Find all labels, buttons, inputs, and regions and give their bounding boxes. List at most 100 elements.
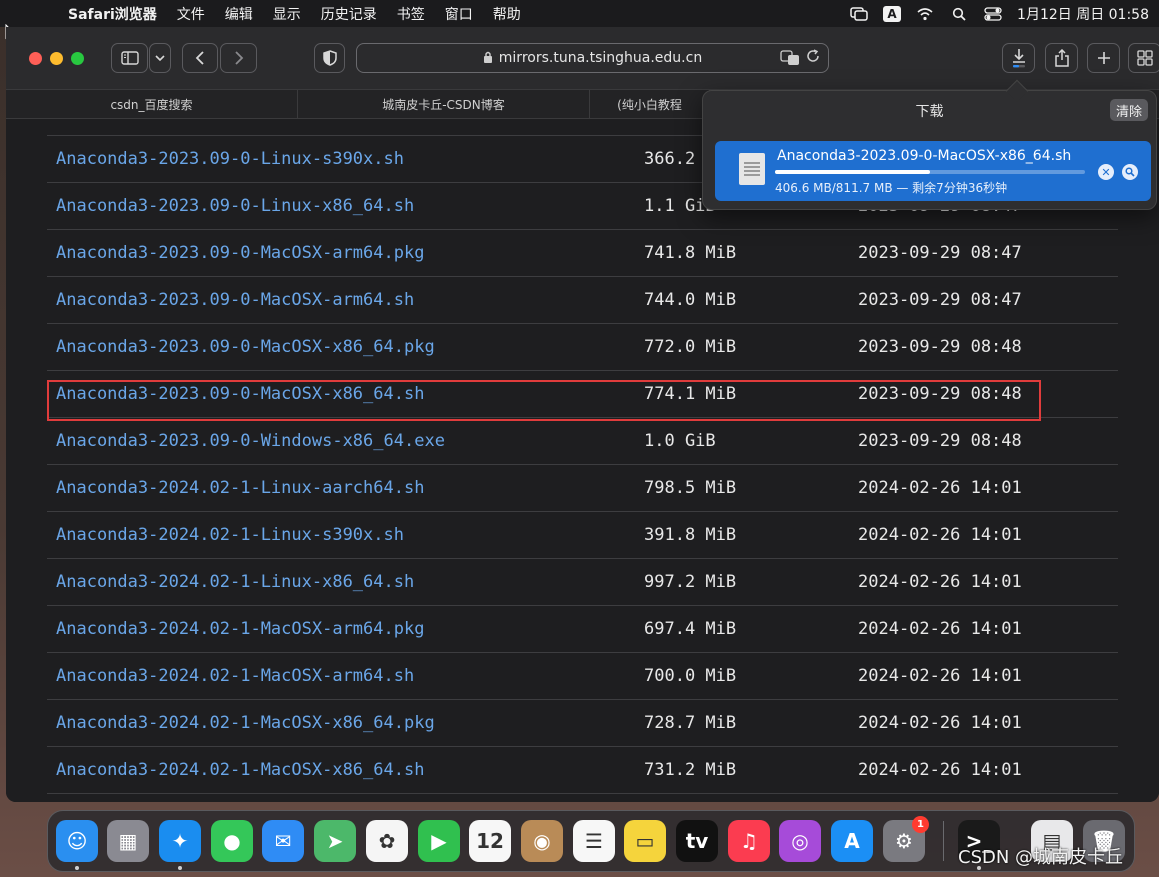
file-size: 997.2 MiB — [644, 572, 737, 592]
menu-item-safari[interactable]: Safari浏览器 — [68, 4, 157, 24]
messages-icon[interactable]: ● — [211, 820, 253, 862]
fullscreen-window-button[interactable] — [71, 52, 84, 65]
safari-icon[interactable]: ✦ — [159, 820, 201, 862]
address-text: mirrors.tuna.tsinghua.edu.cn — [498, 50, 703, 66]
file-size: 391.8 MiB — [644, 525, 737, 545]
tab-overview-button[interactable] — [1128, 43, 1159, 73]
translate-icon[interactable] — [780, 50, 800, 69]
file-link[interactable]: Anaconda3-2023.09-0-Windows-x86_64.exe — [56, 431, 445, 451]
file-date: 2024-02-26 14:01 — [858, 572, 1022, 592]
file-link[interactable]: Anaconda3-2023.09-0-Linux-s390x.sh — [56, 149, 404, 169]
tab-csdn-blog[interactable]: 城南皮卡丘-CSDN博客 — [298, 90, 590, 119]
cancel-download-icon[interactable]: ✕ — [1098, 164, 1114, 180]
file-link[interactable]: Anaconda3-2023.09-0-MacOSX-arm64.pkg — [56, 243, 424, 263]
file-date: 2024-02-26 14:01 — [858, 713, 1022, 733]
file-link[interactable]: Anaconda3-2023.09-0-MacOSX-arm64.sh — [56, 290, 414, 310]
download-item[interactable]: Anaconda3-2023.09-0-MacOSX-x86_64.sh 406… — [715, 141, 1151, 201]
facetime-icon[interactable]: ▶ — [418, 820, 460, 862]
clear-downloads-button[interactable]: 清除 — [1109, 99, 1148, 121]
control-center-icon[interactable] — [983, 6, 1003, 22]
music-icon[interactable]: ♫ — [728, 820, 770, 862]
forward-button[interactable] — [220, 43, 257, 73]
reminders-icon[interactable]: ☰ — [573, 820, 615, 862]
menu-item-history[interactable]: 历史记录 — [321, 4, 377, 24]
notes-icon[interactable]: ▭ — [624, 820, 666, 862]
file-date: 2023-09-29 08:47 — [858, 243, 1022, 263]
menu-item-help[interactable]: 帮助 — [493, 4, 521, 24]
file-link[interactable]: Anaconda3-2024.02-1-MacOSX-x86_64.pkg — [56, 713, 435, 733]
dock-app-glyph: ♫ — [740, 829, 758, 853]
dock-app-glyph: ◉ — [533, 829, 551, 853]
menu-item-edit[interactable]: 编辑 — [225, 4, 253, 24]
input-source-icon[interactable]: A — [883, 5, 902, 22]
podcasts-icon[interactable]: ◎ — [779, 820, 821, 862]
search-icon[interactable] — [949, 6, 969, 22]
table-row: Anaconda3-2023.09-0-Windows-x86_64.exe 1.… — [47, 418, 1118, 465]
file-link[interactable]: Anaconda3-2024.02-1-MacOSX-x86_64.sh — [56, 760, 424, 780]
address-bar[interactable]: mirrors.tuna.tsinghua.edu.cn — [356, 43, 829, 73]
contacts-icon[interactable]: ◉ — [521, 820, 563, 862]
file-size: 731.2 MiB — [644, 760, 737, 780]
file-link[interactable]: Anaconda3-2024.02-1-Linux-aarch64.sh — [56, 478, 424, 498]
table-row: Anaconda3-2023.09-0-MacOSX-arm64.sh 744.0… — [47, 277, 1118, 324]
settings-icon[interactable]: ⚙ 1 — [883, 816, 929, 862]
sidebar-toggle-button[interactable] — [111, 43, 148, 73]
file-date: 2023-09-29 08:48 — [858, 431, 1022, 451]
file-link[interactable]: Anaconda3-2024.02-1-MacOSX-arm64.pkg — [56, 619, 424, 639]
download-status: 406.6 MB/811.7 MB — 剩余7分钟36秒钟 — [775, 181, 1008, 195]
tab-csdn-baidu[interactable]: csdn_百度搜索 — [6, 90, 298, 119]
menu-item-window[interactable]: 窗口 — [445, 4, 473, 24]
chevron-left-icon — [195, 51, 204, 65]
menu-item-file[interactable]: 文件 — [177, 4, 205, 24]
tab-group-menu-button[interactable] — [149, 43, 171, 73]
privacy-report-button[interactable] — [314, 43, 345, 73]
downloads-button[interactable] — [1002, 43, 1035, 73]
file-date: 2024-02-26 14:01 — [858, 619, 1022, 639]
photos-icon[interactable]: ✿ — [366, 820, 408, 862]
dock-app-glyph: A — [844, 829, 860, 853]
close-window-button[interactable] — [29, 52, 42, 65]
file-size: 772.0 MiB — [644, 337, 737, 357]
running-indicator — [75, 866, 79, 870]
back-button[interactable] — [182, 43, 218, 73]
dock-app-glyph: ▭ — [635, 829, 655, 853]
reload-icon[interactable] — [806, 49, 820, 67]
finder-icon[interactable]: ☺ — [56, 820, 98, 862]
dock-app-glyph: ◎ — [791, 829, 809, 853]
launchpad-icon[interactable]: ▦ — [107, 820, 149, 862]
wifi-icon[interactable] — [915, 6, 935, 22]
file-size: 798.5 MiB — [644, 478, 737, 498]
table-row: Anaconda3-2024.02-1-MacOSX-x86_64.pkg 728… — [47, 700, 1118, 747]
app-store-icon[interactable]: A — [831, 820, 873, 862]
dock-app-glyph: ✉ — [274, 829, 292, 853]
toolbar: mirrors.tuna.tsinghua.edu.cn — [6, 27, 1159, 89]
maps-icon[interactable]: ➤ — [314, 820, 356, 862]
file-link[interactable]: Anaconda3-2024.02-1-Linux-x86_64.sh — [56, 572, 414, 592]
notification-badge: 1 — [912, 816, 929, 833]
mail-icon[interactable]: ✉ — [262, 820, 304, 862]
download-icon — [1012, 49, 1025, 68]
new-tab-button[interactable] — [1087, 43, 1120, 73]
minimize-window-button[interactable] — [50, 52, 63, 65]
menu-item-view[interactable]: 显示 — [273, 4, 301, 24]
dock-app-glyph: ✿ — [378, 829, 396, 853]
file-size: 1.0 GiB — [644, 431, 716, 451]
lock-icon — [483, 51, 493, 66]
apple-tv-icon[interactable]: tv — [676, 820, 718, 862]
menu-clock[interactable]: 1月12日 周日 01:58 — [1017, 4, 1149, 24]
screen-mirroring-icon[interactable] — [849, 6, 869, 22]
share-button[interactable] — [1045, 43, 1078, 73]
dock-app-glyph: ▶ — [431, 829, 447, 853]
table-row: Anaconda3-2024.02-1-Linux-s390x.sh 391.8 … — [47, 512, 1118, 559]
calendar-icon[interactable]: 12 — [469, 820, 511, 862]
file-link[interactable]: Anaconda3-2023.09-0-MacOSX-x86_64.pkg — [56, 337, 435, 357]
menu-item-bookmarks[interactable]: 书签 — [397, 4, 425, 24]
file-link[interactable]: Anaconda3-2024.02-1-MacOSX-arm64.sh — [56, 666, 414, 686]
desktop: Safari浏览器 文件 编辑 显示 历史记录 书签 窗口 帮助 A 1月12日… — [0, 0, 1159, 877]
file-link[interactable]: Anaconda3-2023.09-0-Linux-x86_64.sh — [56, 196, 414, 216]
tab-tutorial[interactable]: (纯小白教程 — [590, 90, 710, 119]
chevron-down-icon — [155, 55, 165, 62]
reveal-in-finder-icon[interactable] — [1122, 164, 1138, 180]
file-link[interactable]: Anaconda3-2024.02-1-Linux-s390x.sh — [56, 525, 404, 545]
dock-app-glyph: ☺ — [66, 829, 88, 853]
